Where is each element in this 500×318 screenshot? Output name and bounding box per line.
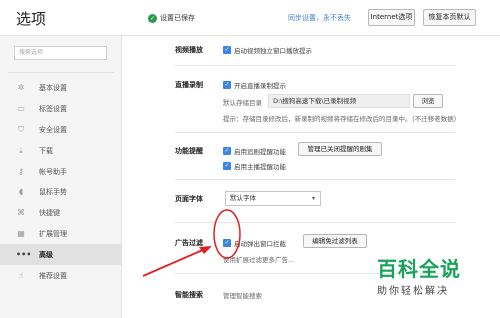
sidebar-item-security[interactable]: ⛉ 安全设置	[0, 120, 121, 141]
section-divider	[175, 65, 455, 66]
shortcut-icon: ⌘	[17, 208, 25, 218]
popup-block-label: 启动弹出窗口拦截	[234, 240, 286, 248]
anchor-reminder-option[interactable]: ✓ 启用主播提醒功能	[223, 161, 286, 171]
video-section-label: 视频播放	[175, 46, 203, 54]
more-filter-link[interactable]: 使用扩展过滤更多广告...	[223, 254, 294, 264]
page-font-select[interactable]: 默认字体 ▾	[225, 191, 321, 206]
popup-block-option[interactable]: ✓ 启动弹出窗口拦截	[223, 238, 286, 248]
sidebar-item-label: 下载	[39, 146, 53, 155]
video-option-label: 启动视频独立窗口播放提示	[234, 47, 312, 55]
live-record-option-label: 开启直播录制提示	[234, 82, 286, 90]
top-bar: 选项 ✓ 设置已保存 同步设置，永不丢失 Internet选项 恢复本页默认	[0, 0, 500, 36]
smart-search-section-label: 智能搜索	[175, 291, 203, 299]
live-record-section-label: 直播录制	[175, 81, 203, 89]
sidebar-item-label: 扩展管理	[39, 229, 67, 238]
drama-reminder-option[interactable]: ✓ 启用追剧提醒功能	[223, 146, 286, 156]
storage-dir-label: 默认存储目录	[223, 99, 262, 107]
saved-status: ✓ 设置已保存	[148, 13, 195, 23]
watermark-slogan: 助你轻松解决	[377, 286, 449, 297]
sidebar-item-label: 标签设置	[39, 105, 67, 114]
gear-icon: ✲	[17, 83, 25, 93]
tab-icon: ▭	[17, 104, 25, 114]
sidebar-item-account[interactable]: ⚷ 帐号助手	[0, 161, 121, 182]
sidebar-item-basic[interactable]: ✲ 基本设置	[0, 78, 121, 99]
sidebar: 搜索选项 ✲ 基本设置 ▭ 标签设置 ⛉ 安全设置 ⤓ 下载 ⚷ 帐号助手 ◖ …	[0, 36, 122, 318]
sidebar-nav: ✲ 基本设置 ▭ 标签设置 ⛉ 安全设置 ⤓ 下载 ⚷ 帐号助手 ◖ 鼠标手势 …	[0, 78, 121, 286]
download-icon: ⤓	[19, 145, 23, 155]
video-option[interactable]: ✓ 启动视频独立窗口播放提示	[223, 45, 312, 55]
anchor-reminder-label: 启用主播提醒功能	[234, 163, 286, 171]
sidebar-item-label: 高级	[39, 250, 53, 259]
section-divider	[175, 132, 455, 133]
checkbox-checked-icon[interactable]: ✓	[223, 162, 231, 170]
sidebar-item-recommended[interactable]: ☝ 推荐设置	[0, 265, 121, 286]
shield-icon: ⛉	[18, 124, 24, 134]
page-font-value: 默认字体	[230, 194, 256, 202]
check-circle-icon: ✓	[148, 13, 157, 23]
browse-button[interactable]: 浏览	[413, 94, 443, 108]
sidebar-item-label: 安全设置	[39, 125, 67, 134]
section-divider	[175, 222, 455, 223]
chevron-down-icon: ▾	[311, 195, 315, 202]
search-input[interactable]: 搜索选项	[14, 46, 107, 60]
checkbox-checked-icon[interactable]: ✓	[223, 46, 231, 54]
sidebar-item-label: 鼠标手势	[39, 188, 67, 197]
saved-status-text: 设置已保存	[160, 14, 195, 22]
key-icon: ⚷	[18, 166, 24, 176]
sidebar-item-extensions[interactable]: ▦ 扩展管理	[0, 224, 121, 245]
sidebar-item-advanced[interactable]: ••• 高级	[0, 244, 121, 266]
internet-options-button[interactable]: Internet选项	[368, 9, 415, 26]
sidebar-item-label: 快捷键	[39, 209, 60, 218]
restore-defaults-button[interactable]: 恢复本页默认	[423, 9, 476, 26]
page-font-section-label: 页面字体	[175, 195, 203, 203]
section-divider	[175, 179, 455, 180]
puzzle-icon: ▦	[17, 228, 25, 238]
checkbox-checked-icon[interactable]: ✓	[223, 147, 231, 155]
sidebar-item-download[interactable]: ⤓ 下载	[0, 140, 121, 161]
manage-closed-reminders-button[interactable]: 管理已关闭提醒的剧集	[298, 142, 382, 156]
manage-smart-search-link[interactable]: 管理智能搜索	[223, 290, 262, 300]
edit-whitelist-button[interactable]: 编辑免过滤列表	[303, 234, 367, 248]
live-record-option[interactable]: ✓ 开启直播录制提示	[223, 80, 286, 90]
sidebar-item-shortcuts[interactable]: ⌘ 快捷键	[0, 203, 121, 224]
sidebar-divider	[8, 72, 114, 73]
drama-reminder-label: 启用追剧提醒功能	[234, 148, 286, 156]
sidebar-item-label: 推荐设置	[39, 271, 67, 280]
checkbox-checked-icon[interactable]: ✓	[223, 239, 231, 247]
ad-filter-section-label: 广告过滤	[175, 239, 203, 247]
watermark-brand: 百科全说	[377, 257, 461, 281]
sidebar-item-tabs[interactable]: ▭ 标签设置	[0, 99, 121, 120]
checkbox-checked-icon[interactable]: ✓	[223, 81, 231, 89]
sidebar-item-label: 帐号助手	[39, 167, 67, 176]
storage-hint: 提示：存储目录修改后，新录制的视频将存储在修改后的目录中。（不迁移老数据）	[223, 115, 461, 123]
thumb-icon: ☝	[18, 270, 24, 280]
sidebar-item-label: 基本设置	[39, 84, 67, 93]
watermark: 百科全说 助你轻松解决	[377, 257, 497, 297]
storage-dir-field[interactable]: D:\搜狗高速下载\已录制视频	[268, 94, 410, 108]
page-title: 选项	[16, 10, 47, 28]
sync-link[interactable]: 同步设置，永不丢失	[288, 13, 351, 23]
feature-reminder-section-label: 功能提醒	[175, 147, 203, 155]
mouse-icon: ◖	[18, 187, 24, 197]
more-icon: •••	[16, 249, 32, 259]
sidebar-item-gestures[interactable]: ◖ 鼠标手势	[0, 182, 121, 203]
